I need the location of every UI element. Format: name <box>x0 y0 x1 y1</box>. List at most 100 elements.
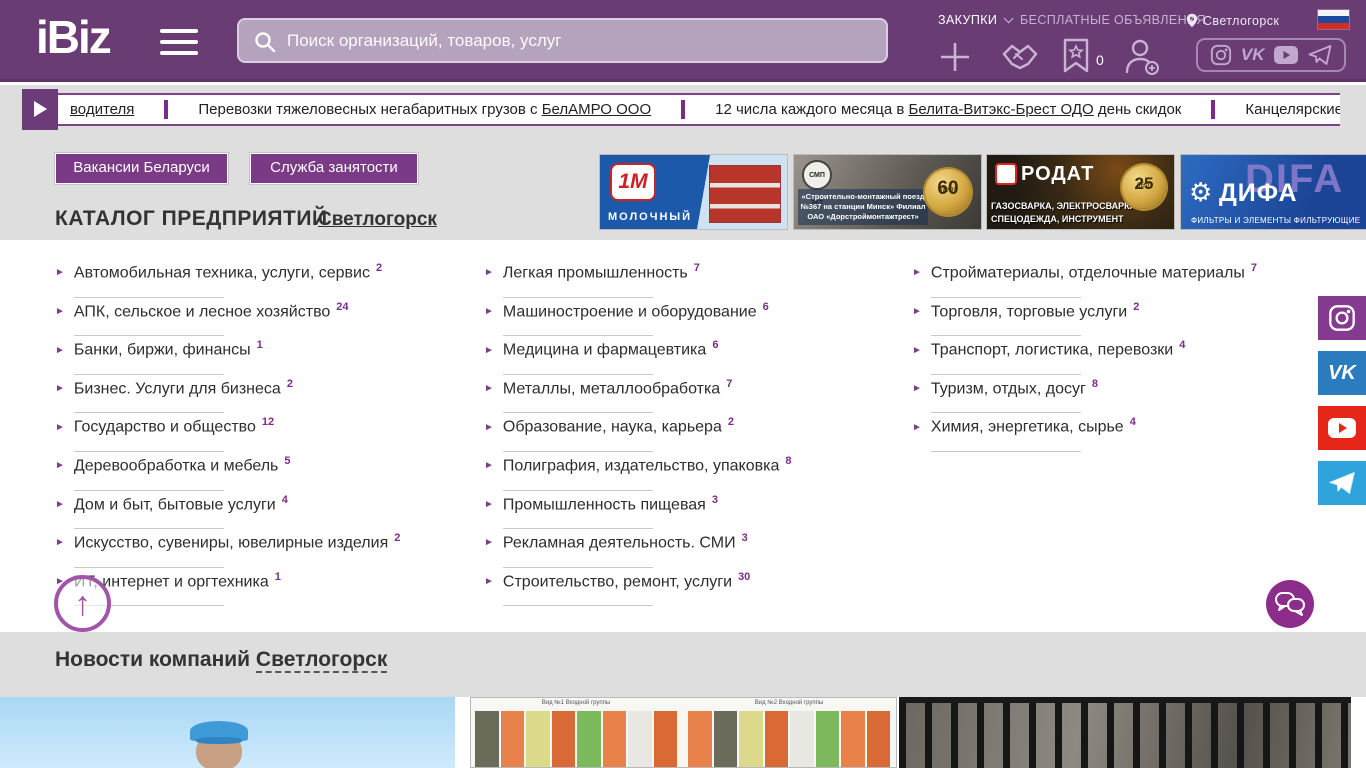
search-bar <box>237 18 888 63</box>
instagram-icon[interactable] <box>1210 44 1232 66</box>
triangle-bullet-icon: ► <box>484 460 494 472</box>
bookmarks-count: 0 <box>1096 52 1104 68</box>
category-item[interactable]: ► Металлы, металлообработка 7 <box>484 378 909 417</box>
news-photo-man[interactable] <box>0 697 455 768</box>
triangle-bullet-icon: ► <box>55 383 65 395</box>
chat-button[interactable] <box>1266 580 1314 628</box>
category-item[interactable]: ► Химия, энергетика, сырье 4 <box>912 416 1337 455</box>
hamburger-menu-icon[interactable] <box>160 29 198 55</box>
banner-smp367[interactable]: СМП 367 «Строительно-монтажный поезд №36… <box>794 155 981 229</box>
header: iBiz ЗАКУПКИ БЕСПЛАТНЫЕ ОБЪЯВЛЕНИЯ Светл… <box>0 0 1366 82</box>
category-item[interactable]: ► Автомобильная техника, услуги, сервис 2 <box>55 262 480 301</box>
vk-button[interactable]: VK <box>1318 351 1366 395</box>
render-view-2: Вид №2 Входной группы <box>684 698 894 767</box>
category-item[interactable]: ► Торговля, торговые услуги 2 <box>912 301 1337 340</box>
blue-cap <box>190 721 248 744</box>
category-column-3: ► Стройматериалы, отделочные материалы 7 ►… <box>912 262 1337 455</box>
triangle-bullet-icon: ► <box>484 576 494 588</box>
triangle-bullet-icon: ► <box>484 344 494 356</box>
vacancies-button[interactable]: Вакансии Беларуси <box>55 153 228 184</box>
banner-molochny[interactable]: 1М МОЛОЧНЫЙ <box>600 155 787 229</box>
triangle-bullet-icon: ► <box>55 537 65 549</box>
triangle-bullet-icon: ► <box>55 267 65 279</box>
russian-flag-icon[interactable] <box>1318 10 1349 29</box>
category-item[interactable]: ► Государство и общество 12 <box>55 416 480 455</box>
user-add-icon[interactable] <box>1124 38 1160 76</box>
category-item[interactable]: ► Легкая промышленность 7 <box>484 262 909 301</box>
youtube-icon[interactable] <box>1273 45 1299 65</box>
triangle-bullet-icon: ► <box>55 305 65 317</box>
category-item[interactable]: ► Рекламная деятельность. СМИ 3 <box>484 532 909 571</box>
ticker-link[interactable]: Белита-Витэкс-Брест ОДО <box>908 101 1093 118</box>
category-item[interactable]: ► Промышленность пищевая 3 <box>484 494 909 533</box>
ticker-play-button[interactable] <box>22 89 58 130</box>
banner-rodat[interactable]: РОДАТ ГАЗОСВАРКА, ЭЛЕКТРОСВАРКА СПЕЦОДЕЖ… <box>987 155 1174 229</box>
catalog-categories: ► Автомобильная техника, услуги, сервис 2 … <box>0 240 1366 632</box>
category-item[interactable]: ► Полиграфия, издательство, упаковка 8 <box>484 455 909 494</box>
triangle-bullet-icon: ► <box>912 383 922 395</box>
nav-zakupki[interactable]: ЗАКУПКИ <box>938 13 1014 31</box>
social-rail: VK <box>1318 296 1366 516</box>
youtube-button[interactable] <box>1318 406 1366 450</box>
category-item[interactable]: ► Бизнес. Услуги для бизнеса 2 <box>55 378 480 417</box>
ticker-separator <box>681 100 686 119</box>
play-icon <box>34 101 47 117</box>
category-item[interactable]: ► Туризм, отдых, досуг 8 <box>912 378 1337 417</box>
search-icon <box>255 32 276 53</box>
category-item[interactable]: ► Деревообработка и мебель 5 <box>55 455 480 494</box>
news-photo-building-render[interactable]: Вид №1 Входной группы Вид №2 Входной гру… <box>470 697 897 768</box>
ticker-link[interactable]: водителя <box>70 101 134 118</box>
category-column-1: ► Автомобильная техника, услуги, сервис 2 … <box>55 262 480 609</box>
telegram-icon[interactable] <box>1308 44 1332 66</box>
vk-icon: VK <box>1328 361 1356 384</box>
nav-free-ads[interactable]: БЕСПЛАТНЫЕ ОБЪЯВЛЕНИЯ <box>1020 13 1206 31</box>
header-social-links: VK <box>1196 38 1346 72</box>
ticker-separator <box>164 100 169 119</box>
category-item[interactable]: ► Транспорт, логистика, перевозки 4 <box>912 339 1337 378</box>
ticker-item: Перевозки тяжеловесных негабаритных груз… <box>198 101 652 118</box>
gear-icon: ⚙ <box>1189 177 1213 207</box>
search-input[interactable] <box>287 20 877 61</box>
ticker-link[interactable]: БелАМРО ООО <box>542 101 651 118</box>
category-item[interactable]: ► Искусство, сувениры, ювелирные изделия 2 <box>55 532 480 571</box>
news-photo-fence[interactable] <box>899 697 1351 768</box>
category-item[interactable]: ► Стройматериалы, отделочные материалы 7 <box>912 262 1337 301</box>
telegram-icon <box>1329 472 1355 494</box>
category-item[interactable]: ► Образование, наука, карьера 2 <box>484 416 909 455</box>
ticker-separator <box>1211 100 1216 119</box>
chat-bubbles-icon <box>1275 592 1305 616</box>
category-item[interactable]: ► ИТ, интернет и оргтехника 1 <box>55 571 480 610</box>
triangle-bullet-icon: ► <box>484 267 494 279</box>
catalog-title: КАТАЛОГ ПРЕДПРИЯТИЙ <box>55 207 328 230</box>
handshake-icon[interactable] <box>998 40 1042 72</box>
category-item[interactable]: ► Банки, биржи, финансы 1 <box>55 339 480 378</box>
triangle-bullet-icon: ► <box>484 305 494 317</box>
back-to-top-button[interactable]: ↑ <box>54 575 111 632</box>
banner-difa[interactable]: DIFA ⚙ ДИФА ФИЛЬТРЫ И ЭЛЕМЕНТЫ ФИЛЬТРУЮЩ… <box>1181 155 1366 229</box>
category-item[interactable]: ► Дом и быт, бытовые услуги 4 <box>55 494 480 533</box>
employment-button[interactable]: Служба занятости <box>250 153 418 184</box>
category-item[interactable]: ► Медицина и фармацевтика 6 <box>484 339 909 378</box>
bookmark-star-icon[interactable] <box>1062 38 1090 74</box>
fence-rail <box>899 697 1351 703</box>
catalog-city-link[interactable]: Светлогорск <box>318 209 437 231</box>
category-item[interactable]: ► Строительство, ремонт, услуги 30 <box>484 571 909 610</box>
triangle-bullet-icon: ► <box>55 498 65 510</box>
nav-city[interactable]: Светлогорск <box>1186 13 1279 31</box>
banner-building-image <box>709 165 781 223</box>
news-city-link[interactable]: Светлогорск <box>255 648 388 673</box>
category-item[interactable]: ► АПК, сельское и лесное хозяйство 24 <box>55 301 480 340</box>
banner-logo: 1М <box>610 163 656 201</box>
vk-icon[interactable]: VK <box>1241 45 1265 65</box>
youtube-icon <box>1328 418 1356 438</box>
triangle-bullet-icon: ► <box>55 460 65 472</box>
triangle-bullet-icon: ► <box>484 498 494 510</box>
triangle-bullet-icon: ► <box>55 421 65 433</box>
ticker-item: Канцелярские т <box>1245 101 1340 118</box>
category-item[interactable]: ► Машиностроение и оборудование 6 <box>484 301 909 340</box>
telegram-button[interactable] <box>1318 461 1366 505</box>
add-plus-icon[interactable] <box>938 40 972 74</box>
instagram-button[interactable] <box>1318 296 1366 340</box>
logo[interactable]: iBiz <box>36 10 112 64</box>
fence-bars <box>899 697 1351 768</box>
